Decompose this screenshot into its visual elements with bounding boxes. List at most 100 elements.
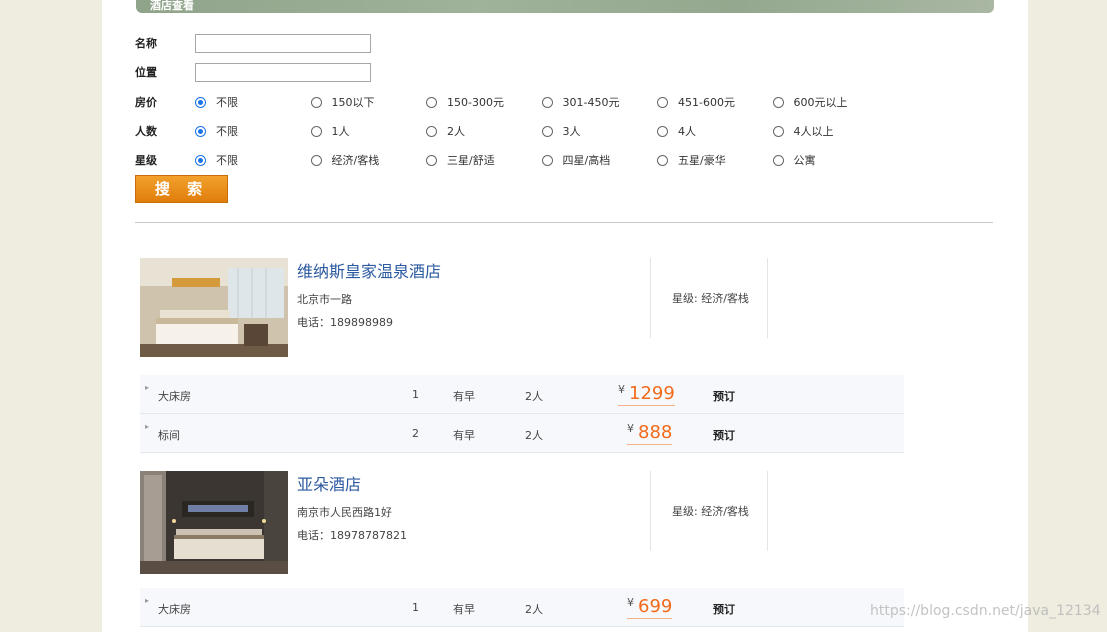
stars-option[interactable]: 五星/豪华 <box>657 152 773 168</box>
radio-icon[interactable] <box>772 96 784 108</box>
radio-icon[interactable] <box>772 125 784 137</box>
room-row: ▸ 大床房 1 有早 2人 ¥1299 预订 <box>140 375 904 414</box>
section-banner: 酒店查看 <box>136 0 994 13</box>
divider <box>767 258 768 338</box>
hotel-phone: 电话：18978787821 <box>297 529 407 542</box>
hotel-name[interactable]: 亚朵酒店 <box>297 471 361 495</box>
room-breakfast: 有早 <box>453 390 475 403</box>
main-page: 酒店查看 名称 位置 房价 不限 150以下 150-300元 301-450元… <box>102 0 1028 632</box>
radio-icon[interactable] <box>657 96 668 108</box>
people-label: 人数 <box>135 125 157 138</box>
divider <box>767 471 768 551</box>
price-option[interactable]: 150以下 <box>310 94 427 110</box>
room-people: 2人 <box>525 603 543 616</box>
search-button[interactable]: 搜 索 <box>135 175 228 203</box>
room-name: 大床房 <box>158 603 191 616</box>
stars-label: 星级 <box>135 154 157 167</box>
stars-option[interactable]: 公寓 <box>772 152 889 168</box>
location-label: 位置 <box>135 66 157 79</box>
price-value: 1299 <box>629 383 675 404</box>
hotel-card: 亚朵酒店 南京市人民西路1好 电话：18978787821 星级: 经济/客栈 <box>140 471 904 575</box>
book-button[interactable]: 预订 <box>713 388 735 404</box>
stars-option[interactable]: 经济/客栈 <box>310 152 427 168</box>
bullet-icon: ▸ <box>145 383 150 392</box>
price-option[interactable]: 150-300元 <box>426 94 542 110</box>
radio-icon[interactable] <box>426 96 437 108</box>
people-option[interactable]: 2人 <box>426 123 542 139</box>
hotel-room-image <box>140 471 288 574</box>
radio-icon[interactable] <box>772 154 784 166</box>
room-price: ¥888 <box>627 422 673 445</box>
book-button[interactable]: 预订 <box>713 427 735 443</box>
hotel-room-image <box>140 258 288 357</box>
radio-icon[interactable] <box>310 154 322 166</box>
radio-icon[interactable] <box>426 154 437 166</box>
hotel-star-level: 星级: 经济/客栈 <box>672 292 749 305</box>
hotel-photo[interactable] <box>140 258 288 357</box>
name-label: 名称 <box>135 37 157 50</box>
stars-option[interactable]: 三星/舒适 <box>426 152 542 168</box>
people-option[interactable]: 4人以上 <box>772 123 889 139</box>
room-name: 标间 <box>158 429 180 442</box>
radio-selected-icon[interactable] <box>195 125 206 137</box>
room-name: 大床房 <box>158 390 191 403</box>
room-breakfast: 有早 <box>453 429 475 442</box>
radio-selected-icon[interactable] <box>195 96 206 108</box>
name-input[interactable] <box>195 33 371 53</box>
room-count: 1 <box>412 601 419 614</box>
banner-title: 酒店查看 <box>150 0 194 12</box>
hotel-star-level: 星级: 经济/客栈 <box>672 505 749 518</box>
radio-selected-icon[interactable] <box>195 154 206 166</box>
radio-icon[interactable] <box>657 125 668 137</box>
radio-icon[interactable] <box>541 96 553 108</box>
divider <box>650 471 651 551</box>
price-option[interactable]: 600元以上 <box>772 94 889 110</box>
hotel-photo[interactable] <box>140 471 288 574</box>
currency-symbol: ¥ <box>618 383 625 396</box>
radio-icon[interactable] <box>541 154 553 166</box>
room-price: ¥1299 <box>618 383 675 406</box>
hotel-phone: 电话：189898989 <box>297 316 393 329</box>
room-breakfast: 有早 <box>453 603 475 616</box>
stars-option[interactable]: 不限 <box>195 152 311 168</box>
name-row: 名称 <box>135 33 371 53</box>
watermark-text: https://blog.csdn.net/java_12134 <box>870 603 1101 619</box>
hotel-address: 北京市一路 <box>297 293 352 306</box>
price-label: 房价 <box>135 96 157 109</box>
price-row: 房价 不限 150以下 150-300元 301-450元 451-600元 6… <box>135 92 888 112</box>
price-option[interactable]: 301-450元 <box>541 94 658 110</box>
room-count: 1 <box>412 388 419 401</box>
bullet-icon: ▸ <box>145 422 150 431</box>
hotel-name[interactable]: 维纳斯皇家温泉酒店 <box>297 258 441 282</box>
stars-option[interactable]: 四星/高档 <box>541 152 658 168</box>
book-button[interactable]: 预订 <box>713 601 735 617</box>
bullet-icon: ▸ <box>145 596 150 605</box>
radio-icon[interactable] <box>310 125 322 137</box>
divider <box>650 258 651 338</box>
radio-icon[interactable] <box>657 154 668 166</box>
people-option[interactable]: 1人 <box>310 123 427 139</box>
room-price: ¥699 <box>627 596 673 619</box>
stars-row: 星级 不限 经济/客栈 三星/舒适 四星/高档 五星/豪华 公寓 <box>135 150 888 170</box>
room-people: 2人 <box>525 390 543 403</box>
hotel-address: 南京市人民西路1好 <box>297 506 392 519</box>
people-option[interactable]: 不限 <box>195 123 311 139</box>
price-value: 699 <box>638 596 673 617</box>
currency-symbol: ¥ <box>627 422 634 435</box>
people-option[interactable]: 3人 <box>541 123 658 139</box>
room-people: 2人 <box>525 429 543 442</box>
room-count: 2 <box>412 427 419 440</box>
price-option[interactable]: 不限 <box>195 94 311 110</box>
hotel-card: 维纳斯皇家温泉酒店 北京市一路 电话：189898989 星级: 经济/客栈 <box>140 258 904 358</box>
radio-icon[interactable] <box>541 125 553 137</box>
radio-icon[interactable] <box>310 96 322 108</box>
location-input[interactable] <box>195 62 371 82</box>
people-option[interactable]: 4人 <box>657 123 773 139</box>
price-value: 888 <box>638 422 673 443</box>
people-row: 人数 不限 1人 2人 3人 4人 4人以上 <box>135 121 888 141</box>
currency-symbol: ¥ <box>627 596 634 609</box>
radio-icon[interactable] <box>426 125 437 137</box>
price-option[interactable]: 451-600元 <box>657 94 773 110</box>
location-row: 位置 <box>135 62 371 82</box>
divider <box>135 222 993 223</box>
